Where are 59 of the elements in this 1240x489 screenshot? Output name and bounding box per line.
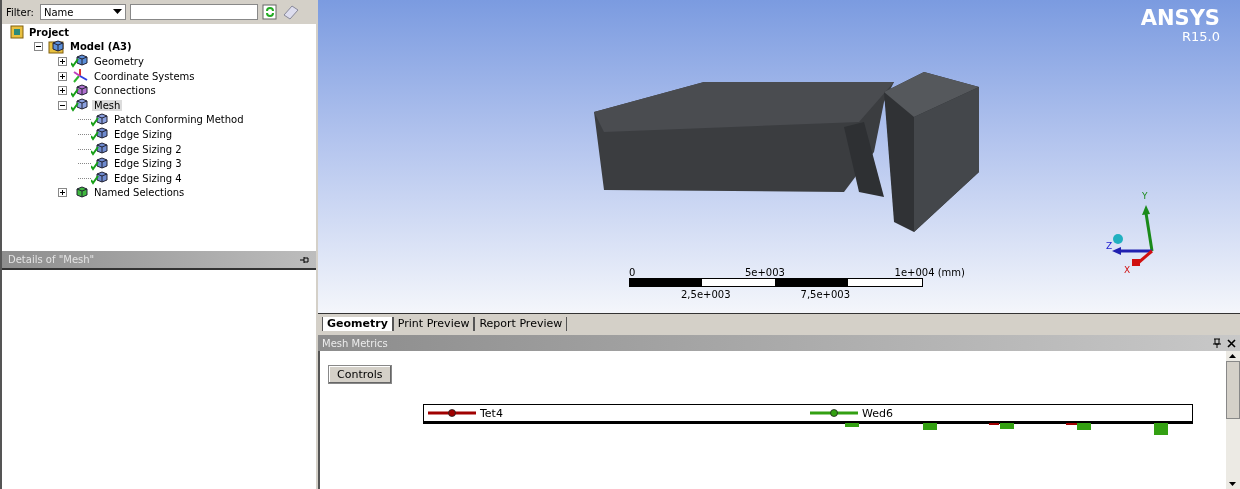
project-icon — [10, 25, 24, 40]
3d-viewport[interactable]: ANSYS R15.0 0 5e+003 1e+004 (mm) 2,5e+003 7,5e+003 Y Z X — [318, 0, 1240, 313]
axis-label: X — [1124, 265, 1131, 275]
panel-title: Details of "Mesh" — [8, 254, 95, 265]
tree-item[interactable]: Project — [27, 26, 72, 38]
scale-label: 7,5e+003 — [800, 289, 851, 300]
tree-item[interactable]: Model (A3) — [68, 41, 134, 53]
pin-icon[interactable] — [1213, 338, 1221, 348]
cube-check-icon — [91, 171, 109, 186]
legend-label: Wed6 — [862, 406, 893, 420]
refresh-icon[interactable] — [261, 4, 278, 20]
scale-label: 5e+003 — [744, 267, 785, 278]
expand-icon[interactable] — [58, 57, 67, 66]
tree-item[interactable]: Edge Sizing 3 — [112, 158, 184, 170]
search-field[interactable] — [129, 4, 258, 20]
up-arrow-icon[interactable] — [1226, 351, 1239, 361]
filter-dropdown[interactable]: Name — [39, 4, 126, 20]
tree-item[interactable]: Coordinate Systems — [92, 70, 197, 82]
version-label: R15.0 — [1182, 30, 1220, 44]
legend-label: Tet4 — [480, 406, 503, 420]
controls-button[interactable]: Controls — [328, 365, 392, 384]
cube-check-icon — [71, 98, 89, 113]
cube-check-icon — [91, 112, 109, 127]
axis-label: Y — [1142, 191, 1148, 201]
tab[interactable]: Report Preview — [474, 317, 568, 331]
tree-item[interactable]: Edge Sizing 4 — [112, 172, 184, 184]
filter-label: Filter: — [6, 6, 34, 18]
scale-label: 2,5e+003 — [681, 289, 731, 300]
collapse-icon[interactable] — [34, 42, 43, 52]
pin-icon[interactable] — [300, 255, 310, 264]
cube-check-icon — [71, 83, 89, 98]
brand-name: ANSYS — [1140, 6, 1220, 30]
tree-item[interactable]: Edge Sizing 2 — [112, 143, 184, 155]
collapse-icon[interactable] — [58, 100, 67, 110]
scrollbar[interactable] — [1226, 351, 1240, 489]
tree-item[interactable]: Edge Sizing — [112, 128, 175, 140]
folder-cube-icon — [47, 39, 65, 54]
cube-check-icon — [91, 127, 109, 142]
tree-item[interactable]: Geometry — [92, 56, 146, 67]
tree-item[interactable]: Patch Conforming Method — [112, 114, 246, 126]
expand-icon[interactable] — [58, 86, 67, 96]
tree-item[interactable]: Connections — [92, 85, 158, 97]
tab[interactable]: Print Preview — [392, 317, 475, 331]
close-icon[interactable] — [1227, 338, 1236, 348]
down-arrow-icon[interactable] — [1226, 479, 1239, 489]
cube-check-icon — [91, 156, 109, 171]
tree-item[interactable]: Named Selections — [92, 187, 187, 199]
tab[interactable]: Geometry — [322, 317, 393, 331]
scale-label: 1e+004 (mm) — [894, 267, 965, 278]
expand-icon[interactable] — [58, 71, 67, 81]
tree-item[interactable]: Mesh — [92, 99, 123, 111]
axes-icon — [71, 69, 89, 84]
cube-check-icon — [91, 142, 109, 157]
axis-label: Z — [1106, 241, 1113, 251]
scale-label: 0 — [629, 267, 636, 278]
caret-icon — [112, 9, 122, 15]
cube-check-icon — [71, 54, 89, 69]
expand-icon[interactable] — [58, 188, 67, 198]
panel-title: Mesh Metrics — [322, 337, 388, 349]
